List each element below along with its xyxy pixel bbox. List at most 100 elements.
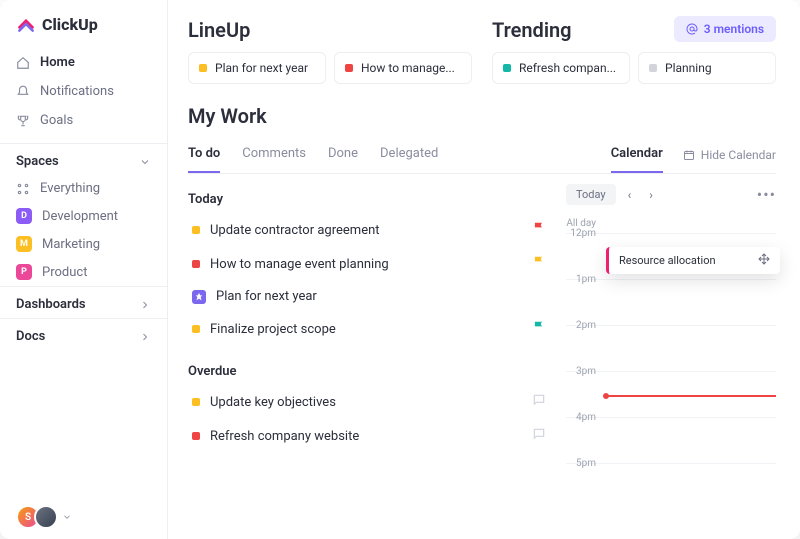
more-button[interactable]: •••	[757, 185, 776, 204]
spaces-header[interactable]: Spaces	[0, 143, 167, 175]
today-button[interactable]: Today	[566, 184, 616, 205]
card-label: Planning	[665, 61, 712, 75]
task-label: How to manage event planning	[210, 257, 389, 272]
mentions-label: 3 mentions	[704, 22, 764, 36]
spaces-header-label: Spaces	[16, 154, 59, 169]
trending-card[interactable]: Planning	[638, 52, 776, 84]
move-icon[interactable]	[758, 253, 770, 268]
dashboards-label: Dashboards	[16, 297, 86, 312]
hide-calendar-button[interactable]: Hide Calendar	[683, 148, 776, 162]
task-label: Refresh company website	[210, 429, 359, 444]
next-button[interactable]: ›	[643, 186, 659, 204]
lineup-title: LineUp	[188, 18, 472, 42]
group-overdue: Overdue	[188, 364, 550, 379]
sidebar: ClickUp Home Notifications Goals Spaces …	[0, 0, 168, 539]
prev-button[interactable]: ‹	[622, 186, 638, 204]
status-dot	[649, 64, 657, 72]
task-row[interactable]: Update key objectives	[188, 385, 550, 419]
space-badge-p: P	[16, 264, 32, 280]
user-avatars[interactable]: S	[0, 505, 167, 529]
tab-calendar[interactable]: Calendar	[611, 136, 663, 173]
brand-name: ClickUp	[42, 15, 98, 34]
task-row[interactable]: Refresh company website	[188, 419, 550, 453]
calendar-grid[interactable]: Resource allocation 12pm 1pm 2pm 3pm 4pm…	[566, 233, 776, 509]
nav-notifications[interactable]: Notifications	[0, 77, 167, 106]
space-development[interactable]: D Development	[0, 202, 167, 230]
logo[interactable]: ClickUp	[0, 14, 167, 48]
status-dot	[192, 260, 200, 268]
nav-home[interactable]: Home	[0, 48, 167, 77]
chat-icon[interactable]	[532, 427, 546, 445]
time-label: 5pm	[566, 458, 602, 469]
nav-goals-label: Goals	[40, 113, 73, 128]
lineup-card[interactable]: How to manage...	[334, 52, 472, 84]
task-row[interactable]: Plan for next year	[188, 281, 550, 312]
home-icon	[16, 56, 30, 70]
space-product[interactable]: P Product	[0, 258, 167, 286]
space-label: Marketing	[42, 237, 100, 252]
space-label: Product	[42, 265, 87, 280]
bell-icon	[16, 85, 30, 99]
status-dot	[345, 64, 353, 72]
time-label: 4pm	[566, 412, 602, 423]
flag-icon[interactable]	[532, 221, 546, 239]
mentions-pill[interactable]: 3 mentions	[674, 16, 776, 42]
sidebar-everything[interactable]: Everything	[0, 175, 167, 202]
dashboards-header[interactable]: Dashboards	[0, 286, 167, 318]
card-label: Refresh compan...	[519, 61, 616, 75]
lineup-card[interactable]: Plan for next year	[188, 52, 326, 84]
task-label: Update contractor agreement	[210, 223, 380, 238]
nav-goals[interactable]: Goals	[0, 106, 167, 135]
task-label: Finalize project scope	[210, 322, 336, 337]
current-time-indicator	[606, 395, 776, 397]
chevron-down-icon	[139, 156, 151, 168]
main-content: LineUp Plan for next year How to manage.…	[168, 0, 800, 539]
task-label: Update key objectives	[210, 395, 336, 410]
nav-notifications-label: Notifications	[40, 84, 114, 99]
task-row[interactable]: Finalize project scope	[188, 312, 550, 346]
tabs-row: To do Comments Done Delegated Calendar H…	[188, 136, 776, 174]
tab-delegated[interactable]: Delegated	[380, 136, 438, 173]
card-label: Plan for next year	[215, 61, 308, 75]
flag-icon[interactable]	[532, 320, 546, 338]
chevron-right-icon	[139, 331, 151, 343]
docs-label: Docs	[16, 329, 45, 344]
status-dot	[192, 226, 200, 234]
space-badge-d: D	[16, 208, 32, 224]
calendar-event[interactable]: Resource allocation	[606, 247, 780, 274]
hide-calendar-label: Hide Calendar	[701, 148, 776, 162]
clickup-logo-icon	[16, 14, 36, 34]
flag-icon[interactable]	[532, 255, 546, 273]
tab-comments[interactable]: Comments	[242, 136, 306, 173]
status-dot	[199, 64, 207, 72]
status-dot	[192, 325, 200, 333]
lineup-section: LineUp Plan for next year How to manage.…	[188, 18, 472, 84]
chevron-down-icon	[62, 512, 72, 522]
nav-home-label: Home	[40, 55, 75, 70]
trending-card[interactable]: Refresh compan...	[492, 52, 630, 84]
space-badge-m: M	[16, 236, 32, 252]
time-label: 12pm	[566, 228, 602, 239]
task-label: Plan for next year	[216, 289, 317, 304]
space-marketing[interactable]: M Marketing	[0, 230, 167, 258]
space-label: Development	[42, 209, 118, 224]
tab-todo[interactable]: To do	[188, 136, 220, 173]
task-list: Today Update contractor agreement How to…	[188, 184, 550, 509]
docs-header[interactable]: Docs	[0, 318, 167, 350]
calendar-pane: Today ‹ › ••• All day Resource allocatio…	[566, 184, 776, 509]
group-today: Today	[188, 192, 550, 207]
tab-done[interactable]: Done	[328, 136, 358, 173]
calendar-icon	[683, 149, 695, 161]
card-label: How to manage...	[361, 61, 455, 75]
time-label: 2pm	[566, 320, 602, 331]
at-icon	[686, 23, 698, 35]
chevron-right-icon	[139, 299, 151, 311]
pin-icon	[192, 290, 206, 304]
grid-icon	[16, 182, 30, 196]
trophy-icon	[16, 114, 30, 128]
task-row[interactable]: Update contractor agreement	[188, 213, 550, 247]
task-row[interactable]: How to manage event planning	[188, 247, 550, 281]
mywork-title: My Work	[188, 104, 776, 128]
chat-icon[interactable]	[532, 393, 546, 411]
avatar-teammate	[34, 505, 58, 529]
